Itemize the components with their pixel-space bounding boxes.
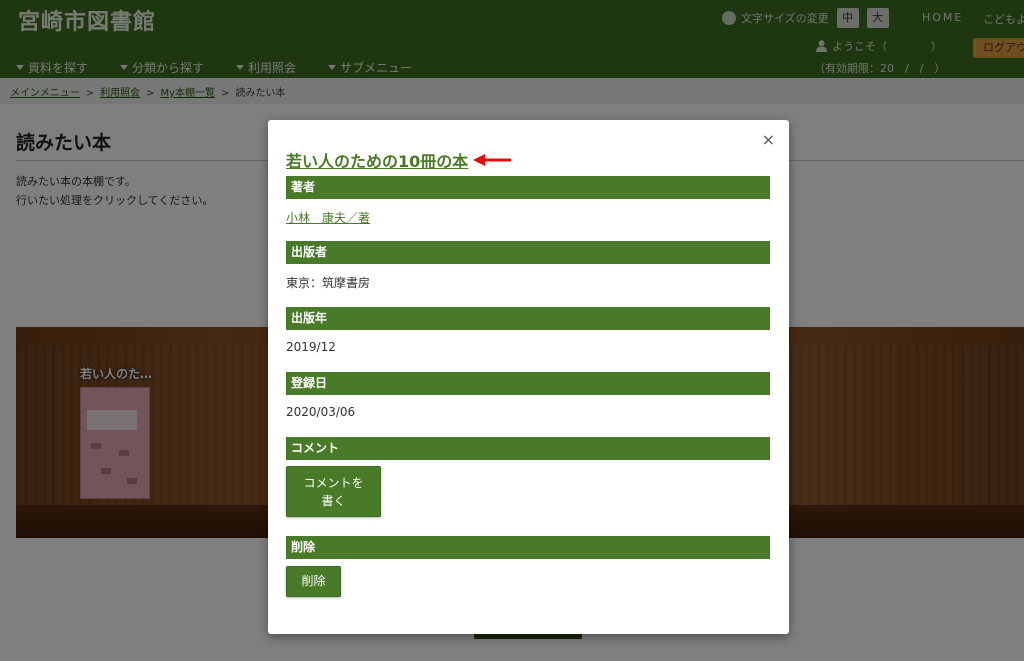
close-icon[interactable]: × xyxy=(762,130,775,149)
book-title-row: 若い人のための10冊の本 xyxy=(286,148,513,172)
publisher-value: 東京：筑摩書房 xyxy=(286,276,371,290)
comment-header: コメント xyxy=(286,437,770,460)
write-comment-button[interactable]: コメントを 書く xyxy=(286,466,381,517)
delete-header: 削除 xyxy=(286,536,770,559)
author-value: 小林 康夫／著 xyxy=(286,209,370,226)
red-arrow-icon xyxy=(473,154,512,166)
write-comment-label-line1: コメントを xyxy=(303,476,364,490)
book-detail-modal: × 若い人のための10冊の本 著者 小林 康夫／著 出版者 東京：筑摩書房 出版… xyxy=(268,120,789,634)
registered-date-value: 2020/03/06 xyxy=(286,405,356,419)
write-comment-label-line2: 書く xyxy=(321,494,346,508)
author-header: 著者 xyxy=(286,176,770,199)
delete-button[interactable]: 削除 xyxy=(286,566,341,597)
publisher-header: 出版者 xyxy=(286,241,770,264)
book-title-link[interactable]: 若い人のための10冊の本 xyxy=(286,148,468,172)
pub-year-value: 2019/12 xyxy=(286,340,336,354)
pub-year-header: 出版年 xyxy=(286,307,770,330)
registered-date-header: 登録日 xyxy=(286,372,770,395)
author-link[interactable]: 小林 康夫／著 xyxy=(286,211,370,225)
